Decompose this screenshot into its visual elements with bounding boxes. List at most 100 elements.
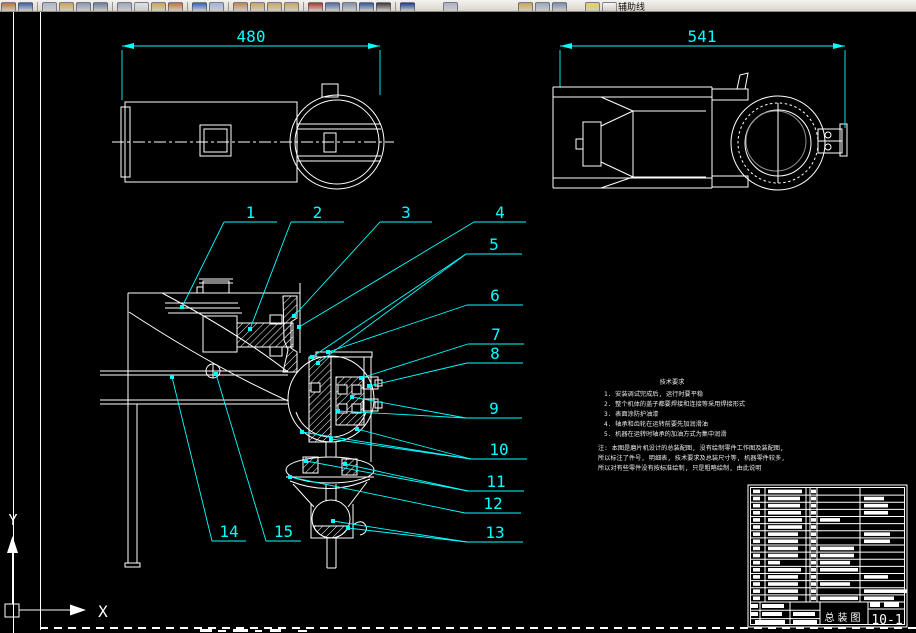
redo-icon[interactable] — [209, 2, 224, 11]
help-icon[interactable] — [400, 2, 415, 11]
render-icon[interactable] — [359, 2, 374, 11]
paste-icon[interactable] — [151, 2, 166, 11]
parts-list-entry — [768, 582, 798, 586]
drawing-canvas[interactable]: 480 — [0, 0, 916, 633]
parts-list-entry — [811, 532, 816, 536]
layer-color-box-icon[interactable] — [602, 2, 617, 11]
leader-line — [348, 528, 467, 542]
parts-list-entry — [811, 547, 816, 551]
parts-list-entry — [811, 518, 816, 522]
text-style-icon[interactable] — [308, 2, 323, 11]
parts-list-entry — [753, 539, 760, 543]
copy-icon[interactable] — [134, 2, 149, 11]
parts-list-entry — [811, 554, 816, 558]
leader-line — [357, 429, 471, 459]
undo-arrow-icon[interactable] — [1, 2, 16, 11]
parts-list-entry — [768, 511, 801, 515]
leader-point — [310, 355, 314, 359]
zoom-realtime-icon[interactable] — [250, 2, 265, 11]
lightbulb-icon[interactable] — [585, 2, 600, 11]
ucs-y-arrow-icon — [7, 536, 18, 553]
new-file-icon[interactable] — [42, 2, 57, 11]
leader-line — [361, 344, 468, 378]
notes-title: 技术要求 — [660, 378, 685, 386]
balloon-12: 12 — [483, 494, 502, 513]
parts-list-entry — [864, 575, 888, 579]
balloon-8: 8 — [490, 344, 500, 363]
pan-icon[interactable] — [233, 2, 248, 11]
parts-list-entry — [768, 497, 800, 501]
parts-list-entry — [864, 504, 888, 508]
plot-icon[interactable] — [76, 2, 91, 11]
table-icon[interactable] — [376, 2, 391, 11]
parts-list-entry — [768, 568, 801, 572]
leader-point — [248, 327, 252, 331]
leader-point — [343, 462, 347, 466]
parts-list-entry — [864, 596, 894, 600]
dim-style-icon[interactable] — [325, 2, 340, 11]
balloon-11: 11 — [486, 472, 505, 491]
open-file-icon[interactable] — [59, 2, 74, 11]
toolbar-separator — [37, 2, 38, 11]
parts-list-entry — [753, 511, 760, 515]
title-block — [748, 485, 907, 627]
layers-panel-icon[interactable] — [443, 2, 458, 11]
leader-line — [172, 377, 212, 541]
notes-item: 2. 整个机体的盖子都要焊接和连接等采用焊接形式 — [604, 400, 745, 408]
plot-preview-icon[interactable] — [93, 2, 108, 11]
layer-properties-icon[interactable] — [342, 2, 357, 11]
parts-list-entry — [768, 504, 800, 508]
leader-line — [294, 222, 380, 316]
title-block-entry — [793, 612, 815, 616]
dimension-480-text: 480 — [237, 27, 266, 46]
make-layer-current-icon[interactable] — [535, 2, 550, 11]
title-block-entry — [751, 612, 758, 616]
balloon-14: 14 — [219, 522, 238, 541]
drawing-name-text: 总装图 — [825, 611, 864, 624]
parts-list-entry — [753, 497, 760, 501]
parts-list-entry — [753, 554, 760, 558]
parts-list-entry — [753, 568, 760, 572]
balloon-1: 1 — [246, 203, 256, 222]
leader-point — [331, 519, 335, 523]
dimension-541: 541 — [560, 27, 845, 128]
leader-point — [300, 430, 304, 434]
leader-point — [292, 314, 296, 318]
side-view-geometry — [553, 73, 847, 190]
notes-item: 4. 轴承和齿轮在运转前要先加润滑油 — [604, 420, 708, 428]
ucs-icon: Y X — [5, 511, 108, 621]
notes-item: 1. 安装调试完成后, 运行时要平稳 — [604, 390, 703, 398]
undo-icon[interactable] — [192, 2, 207, 11]
parts-list-entry — [820, 561, 850, 565]
leader-point — [359, 376, 363, 380]
parts-list-entry — [811, 539, 816, 543]
parts-list-entry — [768, 596, 798, 600]
title-block-entry — [870, 602, 880, 607]
parts-list-entry — [753, 589, 760, 593]
leader-point — [326, 350, 330, 354]
leader-line — [369, 363, 467, 386]
dimension-480: 480 — [122, 27, 380, 100]
balloon-2: 2 — [313, 203, 323, 222]
parts-list-entry — [820, 596, 858, 600]
part-balloons: 123456789101112131415 — [170, 203, 527, 542]
leader-point — [180, 305, 184, 309]
save-icon[interactable] — [18, 2, 33, 11]
match-properties-icon[interactable] — [168, 2, 183, 11]
parts-list-entry — [864, 589, 907, 593]
leader-line — [328, 305, 467, 352]
title-block-entry — [793, 620, 817, 624]
parts-list-entry — [811, 596, 816, 600]
leader-line — [331, 439, 471, 459]
zoom-window-icon[interactable] — [267, 2, 282, 11]
layer-state-icon[interactable] — [518, 2, 533, 11]
layer-name-label[interactable]: 辅助线 — [618, 2, 645, 12]
layer-previous-icon[interactable] — [552, 2, 567, 11]
cut-icon[interactable] — [117, 2, 132, 11]
ucs-x-label: X — [98, 602, 108, 621]
zoom-previous-icon[interactable] — [284, 2, 299, 11]
parts-list-entry — [753, 575, 760, 579]
leader-point — [297, 325, 301, 329]
parts-list-entry — [811, 561, 816, 565]
notes-remark: 所以对有些零件没有按标准绘制, 只是粗略绘制, 由此说明 — [598, 464, 761, 472]
